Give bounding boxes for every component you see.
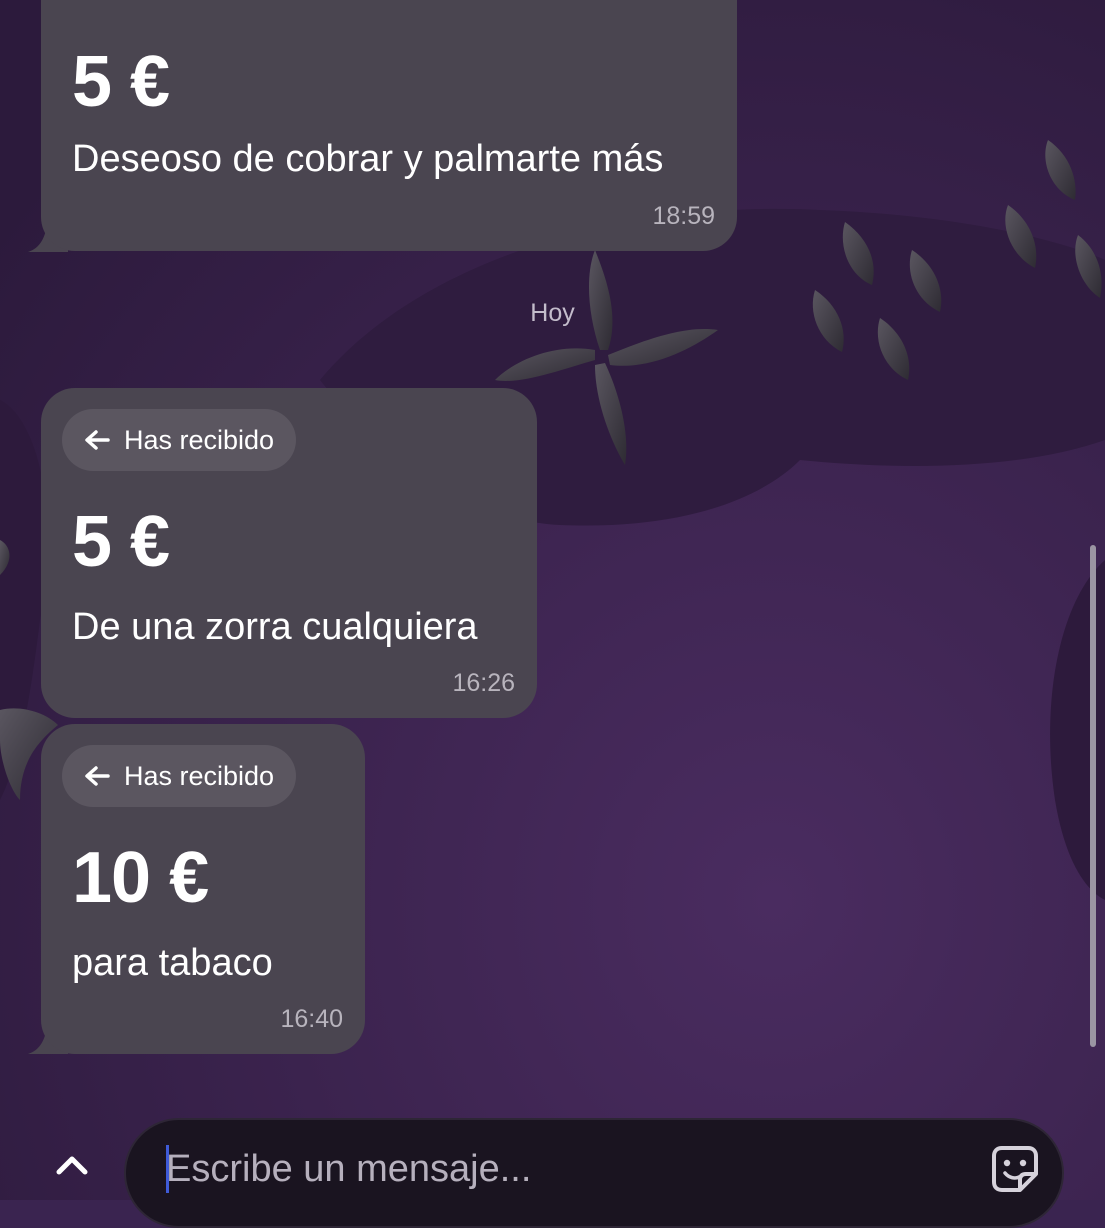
- day-separator: Hoy: [530, 299, 575, 327]
- chat-scrollbar[interactable]: [1090, 545, 1096, 1047]
- message-time: 16:26: [452, 669, 515, 697]
- message-amount: 5 €: [72, 42, 170, 122]
- message-amount: 10 €: [72, 838, 209, 918]
- message-composer: [124, 1118, 1064, 1228]
- sticker-icon[interactable]: [990, 1144, 1040, 1194]
- message-input[interactable]: [166, 1142, 966, 1196]
- message-bubble-received[interactable]: 5 € Deseoso de cobrar y palmarte más 18:…: [41, 0, 737, 251]
- arrow-left-icon: [85, 766, 110, 786]
- direction-pill[interactable]: Has recibido: [62, 745, 297, 807]
- chevron-up-icon: [56, 1156, 88, 1175]
- direction-label: Has recibido: [124, 760, 275, 791]
- message-time: 16:40: [280, 1005, 343, 1033]
- message-note: para tabaco: [72, 942, 273, 984]
- message-bubble-received[interactable]: Has recibido 5 € De una zorra cualquiera…: [41, 388, 537, 718]
- direction-label: Has recibido: [124, 424, 275, 455]
- message-note: De una zorra cualquiera: [72, 606, 478, 648]
- expand-button[interactable]: [44, 1140, 100, 1190]
- message-bubble-received[interactable]: Has recibido 10 € para tabaco 16:40: [41, 724, 365, 1054]
- message-note: Deseoso de cobrar y palmarte más: [72, 138, 664, 180]
- arrow-left-icon: [85, 430, 110, 450]
- direction-pill[interactable]: Has recibido: [62, 409, 297, 471]
- message-time: 18:59: [652, 202, 715, 230]
- text-cursor: [166, 1145, 169, 1193]
- message-amount: 5 €: [72, 502, 170, 582]
